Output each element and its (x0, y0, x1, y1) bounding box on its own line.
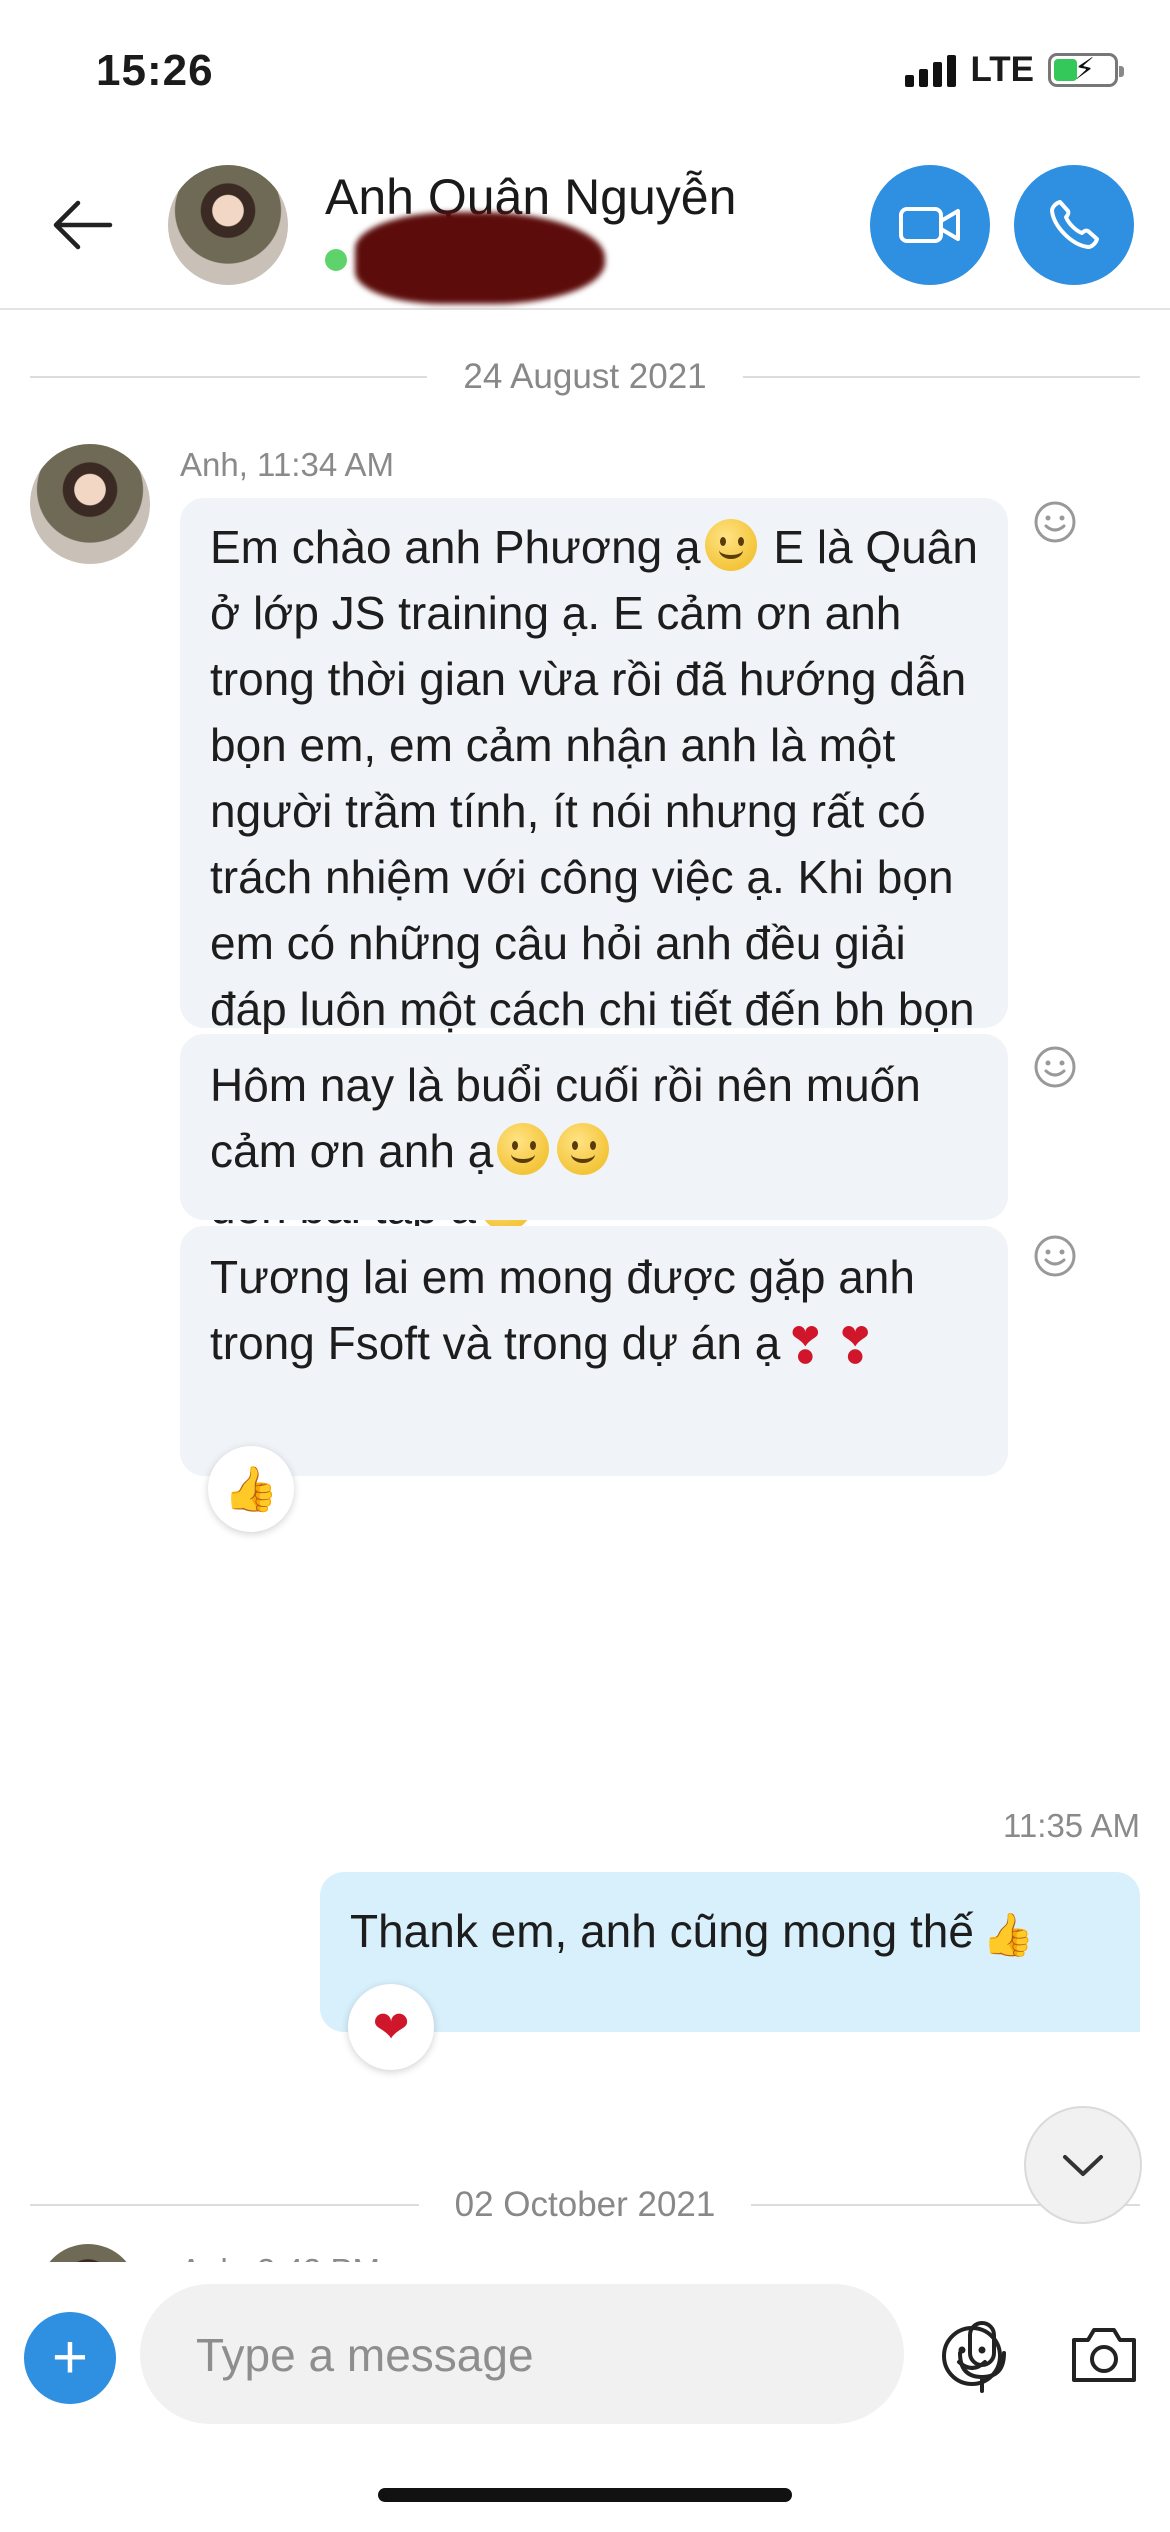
message-text: Em chào anh Phương ạ (210, 521, 701, 573)
smiley-emoji-icon (557, 1123, 610, 1175)
microphone-icon[interactable] (952, 2317, 1012, 2397)
message-input[interactable] (196, 2320, 756, 2390)
back-button[interactable] (48, 190, 118, 260)
add-reaction-icon[interactable] (1033, 500, 1077, 544)
camera-icon[interactable] (1068, 2322, 1140, 2386)
video-camera-icon (899, 207, 960, 243)
online-status-indicator (325, 249, 347, 271)
add-reaction-icon[interactable] (1033, 1045, 1077, 1089)
home-indicator (378, 2488, 792, 2502)
add-reaction-icon[interactable] (1033, 1234, 1077, 1278)
video-call-button[interactable] (870, 165, 990, 285)
sender-avatar[interactable] (30, 444, 150, 564)
sender-avatar[interactable] (38, 2244, 138, 2262)
arrow-left-icon (53, 200, 113, 250)
heart-exclamation-emoji-icon: ❣ (834, 1318, 877, 1374)
date-label: 02 October 2021 (454, 2185, 716, 2224)
smiley-emoji-icon (497, 1123, 550, 1175)
message-bubble[interactable]: Em chào anh Phương ạ E là Quân ở lớp JS … (180, 498, 1008, 1233)
message-composer: + (0, 2262, 1170, 2452)
redacted-status (355, 212, 605, 304)
status-indicators: LTE ⚡ (905, 50, 1124, 90)
heart-reaction-icon[interactable]: ❤ (348, 1984, 434, 2070)
message-text: Thank em, anh cũng mong thế (350, 1905, 974, 1957)
message-bubble[interactable]: Tương lai em mong được gặp anh trong Fso… (180, 1226, 1008, 1476)
message-input-container[interactable] (140, 2284, 1002, 2424)
scroll-to-bottom-button[interactable] (1024, 2106, 1142, 2224)
my-message-bubble[interactable]: Thank em, anh cũng mong thế 👍 (320, 1872, 1140, 2032)
chat-header: Anh Quân Nguyễn (0, 150, 1170, 310)
date-separator: 02 October 2021 (30, 2180, 1140, 2230)
status-time: 15:26 (96, 46, 214, 95)
my-message-timestamp: 11:35 AM (1003, 1807, 1140, 1844)
smiley-emoji-icon (704, 519, 757, 571)
thumbs-up-emoji-icon: 👍 (981, 1911, 1035, 1958)
add-attachment-button[interactable]: + (24, 2312, 116, 2404)
heart-exclamation-emoji-icon: ❣ (784, 1318, 827, 1374)
sender-timestamp: Anh, 11:34 AM (180, 446, 395, 483)
sender-timestamp: Anh, 3:42 PM (180, 2252, 380, 2262)
battery-icon: ⚡ (1048, 53, 1124, 87)
phone-icon (1050, 200, 1099, 249)
contact-avatar[interactable] (168, 165, 288, 285)
date-label: 24 August 2021 (463, 357, 707, 396)
message-bubble[interactable]: Hôm nay là buổi cuối rồi nên muốn cảm ơn… (180, 1034, 1008, 1220)
thumbs-up-reaction-icon[interactable]: 👍 (208, 1446, 294, 1532)
signal-icon (905, 53, 957, 87)
date-separator: 24 August 2021 (30, 352, 1140, 402)
audio-call-button[interactable] (1014, 165, 1134, 285)
status-bar: 15:26 LTE ⚡ (0, 0, 1170, 150)
network-type: LTE (970, 50, 1034, 89)
chat-history[interactable]: 24 August 2021 Anh, 11:34 AM Em chào anh… (0, 312, 1170, 2262)
chevron-down-icon (1063, 2155, 1103, 2176)
